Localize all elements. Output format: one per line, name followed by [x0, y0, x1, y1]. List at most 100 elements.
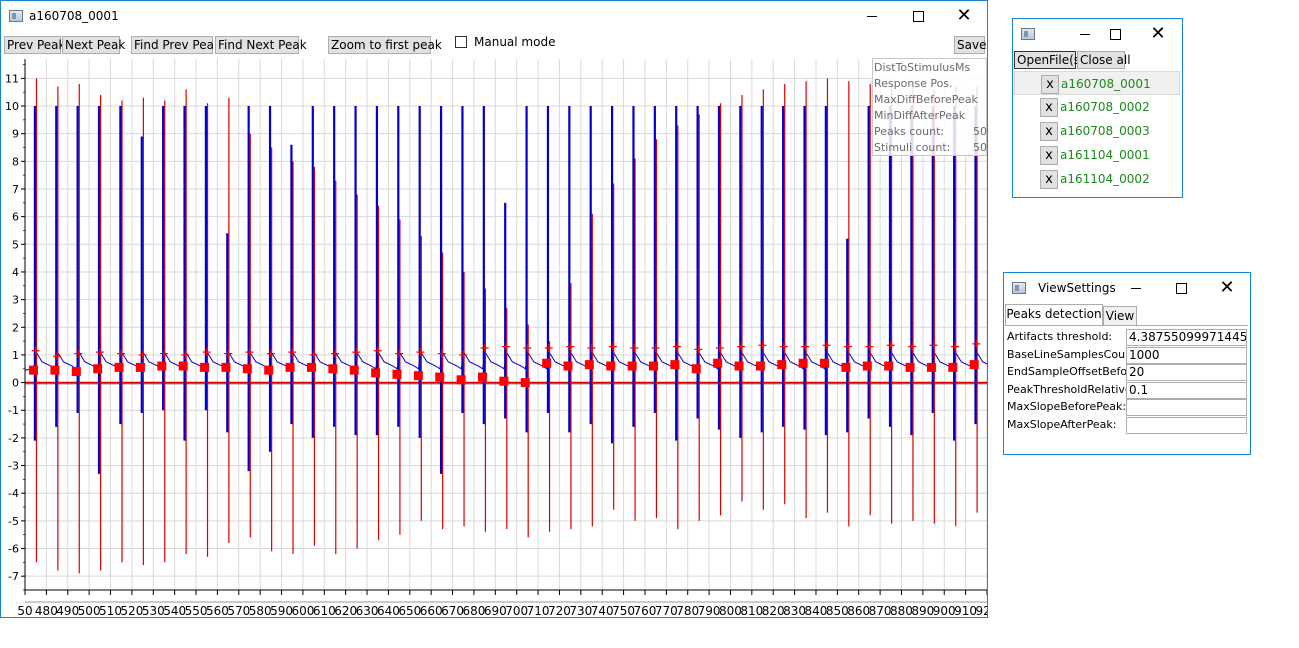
x-tick-label: 490: [56, 604, 79, 617]
x-tick-label: 780: [676, 604, 699, 617]
peak-square-marker: [606, 361, 616, 371]
app-icon: [9, 10, 23, 22]
tab-peaks-detection[interactable]: Peaks detection: [1005, 304, 1103, 326]
x-tick-label: 630: [356, 604, 379, 617]
y-tick-label: 9: [12, 128, 19, 141]
info-line-3: MaxDiffBeforePeak: [874, 93, 978, 106]
x-tick-label: 840: [805, 604, 828, 617]
remove-file-button[interactable]: x: [1041, 75, 1059, 94]
remove-file-button[interactable]: x: [1040, 170, 1058, 189]
maximize-icon[interactable]: [895, 1, 941, 31]
peak-square-marker: [477, 372, 487, 382]
x-tick-label: 650: [398, 604, 421, 617]
tab-panel-border: [1005, 325, 1248, 326]
x-tick-label: 510: [99, 604, 122, 617]
peak-square-marker: [798, 358, 808, 368]
settings-minimize-icon[interactable]: [1116, 273, 1156, 303]
x-tick-label: 540: [163, 604, 186, 617]
plot-background: [1, 57, 987, 617]
x-tick-label: 880: [890, 604, 913, 617]
remove-file-button[interactable]: x: [1040, 122, 1058, 141]
setting-input[interactable]: [1126, 416, 1247, 434]
peak-square-marker: [627, 361, 637, 371]
y-tick-label: 2: [12, 321, 19, 334]
close-all-button[interactable]: Close all: [1077, 51, 1131, 69]
save-button[interactable]: Save: [954, 36, 986, 54]
x-tick-label: 520: [120, 604, 143, 617]
peak-square-marker: [670, 360, 680, 370]
files-close-icon[interactable]: ✕: [1138, 19, 1178, 49]
file-name: a161104_0002: [1060, 172, 1150, 186]
setting-label: BaseLineSamplesCount: [1007, 347, 1127, 361]
x-tick-label: 600: [291, 604, 314, 617]
file-list-item[interactable]: x a160708_0001: [1014, 71, 1180, 95]
prev-peak-button[interactable]: Prev Peak: [4, 36, 66, 54]
peak-square-marker: [29, 365, 39, 375]
tab-view[interactable]: View: [1103, 306, 1137, 326]
info-line-1: DistToStimulusMs: [874, 61, 971, 74]
files-maximize-icon[interactable]: [1095, 19, 1135, 49]
minimize-icon[interactable]: [849, 1, 895, 31]
y-tick-label: 4: [12, 266, 19, 279]
y-tick-label: -7: [8, 570, 19, 583]
y-tick-label: -5: [8, 515, 19, 528]
setting-input[interactable]: 0.1: [1126, 381, 1247, 399]
y-tick-label: 1: [12, 349, 19, 362]
setting-input[interactable]: 1000: [1126, 346, 1247, 364]
x-tick-label: 890: [911, 604, 934, 617]
x-tick-label: 860: [847, 604, 870, 617]
info-line-4: MinDiffAfterPeak: [874, 109, 966, 122]
zoom-first-peak-button[interactable]: Zoom to first peak: [328, 36, 442, 54]
x-tick-label: 530: [142, 604, 165, 617]
peak-square-marker: [905, 362, 915, 372]
x-tick-label: 690: [484, 604, 507, 617]
close-icon[interactable]: ✕: [941, 1, 987, 31]
setting-label: MaxSlopeAfterPeak:: [1007, 417, 1117, 431]
file-list-item[interactable]: x a161104_0001: [1014, 143, 1180, 167]
find-prev-peak-button[interactable]: Find Prev Peak: [131, 36, 221, 54]
file-name: a160708_0003: [1060, 124, 1150, 138]
peak-square-marker: [71, 367, 81, 377]
find-next-peak-button[interactable]: Find Next Peak: [215, 36, 307, 54]
peak-square-marker: [755, 361, 765, 371]
peak-square-marker: [242, 364, 252, 374]
y-tick-label: -4: [8, 487, 19, 500]
peak-square-marker: [285, 362, 295, 372]
file-name: a160708_0001: [1061, 77, 1151, 91]
x-tick-label: 900: [933, 604, 956, 617]
peak-square-marker: [713, 358, 723, 368]
peak-square-marker: [948, 362, 958, 372]
peak-square-marker: [969, 360, 979, 370]
file-list-item[interactable]: x a160708_0003: [1014, 119, 1180, 143]
file-list-item[interactable]: x a161104_0002: [1014, 167, 1180, 191]
main-window-title: a160708_0001: [29, 9, 119, 23]
peak-square-marker: [841, 362, 851, 372]
setting-input[interactable]: 4.38755099971445: [1126, 329, 1247, 346]
x-tick-label: 680: [462, 604, 485, 617]
remove-file-button[interactable]: x: [1040, 146, 1058, 165]
x-tick-label: 700: [505, 604, 528, 617]
settings-window-icon: [1012, 282, 1026, 294]
peak-square-marker: [649, 361, 659, 371]
settings-close-icon[interactable]: ✕: [1207, 273, 1247, 303]
peak-square-marker: [200, 362, 210, 372]
setting-input[interactable]: [1126, 399, 1247, 416]
peak-square-marker: [520, 378, 530, 388]
y-tick-label: 6: [12, 211, 19, 224]
x-tick-label: 870: [869, 604, 892, 617]
signal-plot[interactable]: 50 48049050051052053054055056057058059060…: [1, 57, 987, 617]
x-tick-label: 820: [762, 604, 785, 617]
manual-mode-checkbox[interactable]: [455, 36, 467, 48]
x-tick-label: 920: [976, 604, 987, 617]
next-peak-button[interactable]: Next Peak: [62, 36, 125, 54]
x-tick-label: 560: [206, 604, 229, 617]
peak-square-marker: [157, 361, 167, 371]
peak-square-marker: [413, 371, 423, 381]
setting-input[interactable]: 20: [1126, 364, 1247, 381]
remove-file-button[interactable]: x: [1040, 98, 1058, 117]
manual-mode-label: Manual mode: [474, 35, 556, 49]
settings-maximize-icon[interactable]: [1161, 273, 1201, 303]
open-files-button[interactable]: OpenFile(s): [1014, 51, 1085, 69]
peaks-count-value: 50: [973, 125, 987, 138]
file-list-item[interactable]: x a160708_0002: [1014, 95, 1180, 119]
